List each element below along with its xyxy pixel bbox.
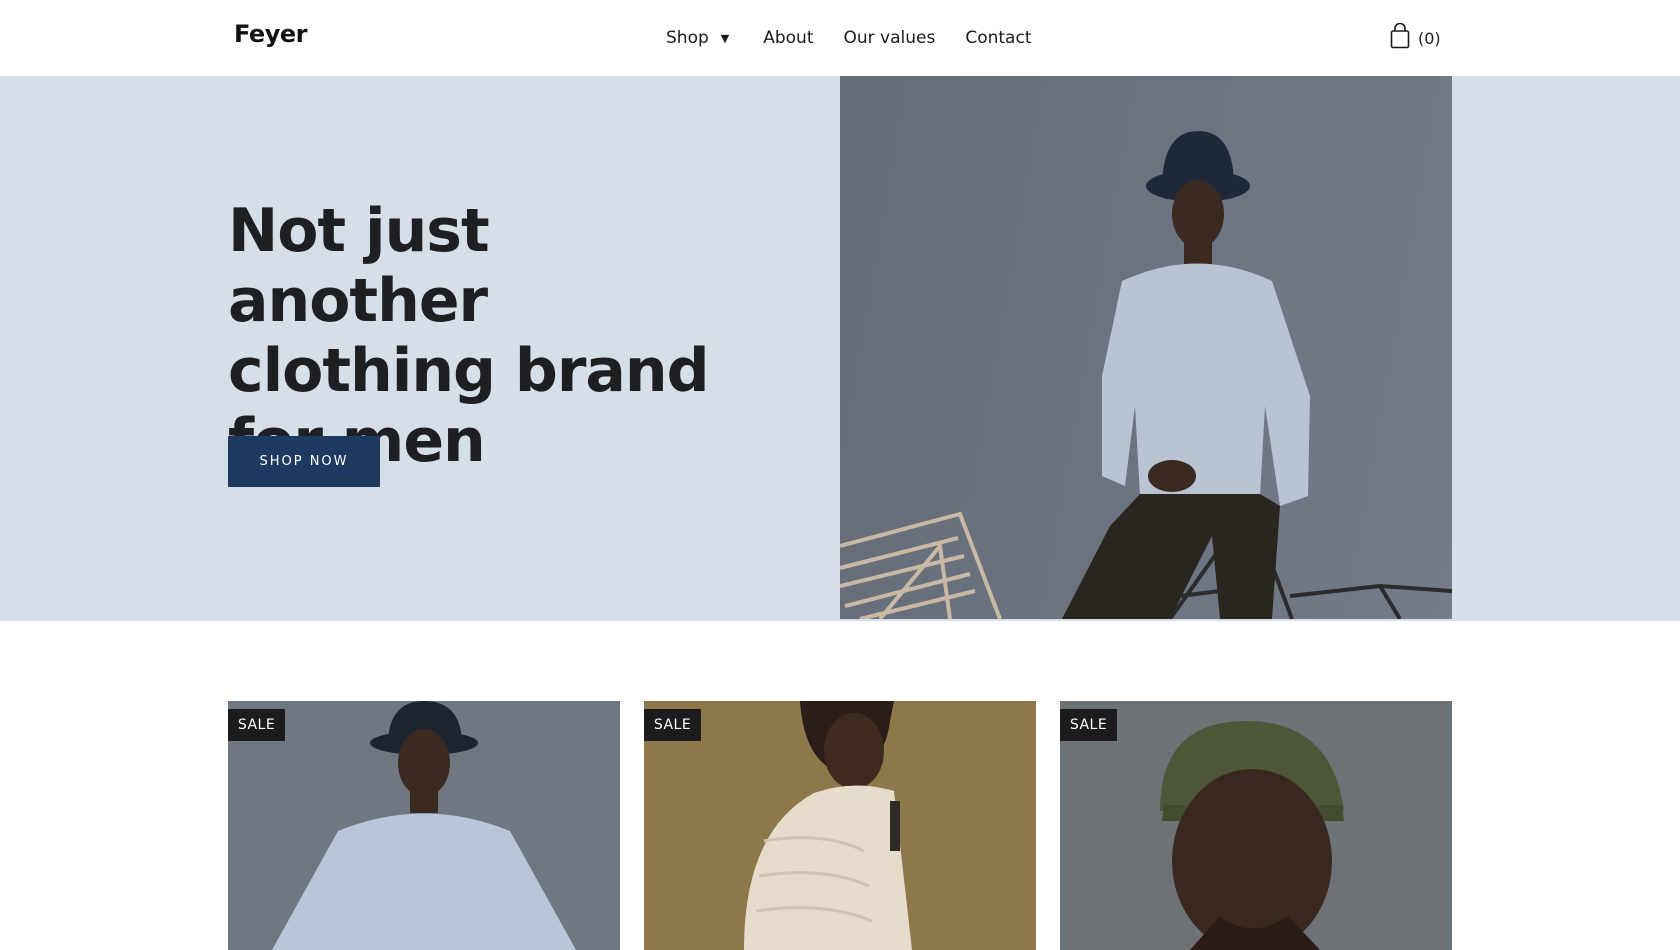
hero-image bbox=[840, 76, 1452, 619]
product-image bbox=[744, 701, 912, 950]
product-card[interactable]: SALE bbox=[228, 701, 620, 950]
site-header: Feyer Shop ▼ About Our values Contact (0… bbox=[0, 0, 1680, 76]
product-image bbox=[272, 701, 576, 950]
sale-badge: SALE bbox=[228, 709, 285, 741]
nav-our-values[interactable]: Our values bbox=[844, 28, 936, 48]
hero-title: Not just another clothing brand for men bbox=[228, 196, 748, 476]
product-card[interactable]: SALE bbox=[644, 701, 1036, 950]
product-image bbox=[1160, 721, 1344, 950]
cart-count: (0) bbox=[1418, 28, 1441, 48]
nav-contact[interactable]: Contact bbox=[965, 28, 1031, 48]
cart-button[interactable]: (0) bbox=[1390, 22, 1441, 53]
logo[interactable]: Feyer bbox=[234, 20, 307, 48]
nav-about[interactable]: About bbox=[763, 28, 813, 48]
hero-title-line-2: clothing brand bbox=[228, 336, 710, 406]
main-nav: Shop ▼ About Our values Contact bbox=[666, 26, 1031, 50]
nav-shop[interactable]: Shop ▼ bbox=[666, 28, 729, 48]
product-card[interactable]: SALE bbox=[1060, 701, 1452, 950]
caret-down-icon: ▼ bbox=[720, 31, 730, 45]
hero-section: Not just another clothing brand for men … bbox=[0, 76, 1680, 621]
product-grid: SALE SALE SALE bbox=[228, 701, 1452, 950]
sale-badge: SALE bbox=[644, 709, 701, 741]
shop-now-button[interactable]: SHOP NOW bbox=[228, 436, 380, 487]
hero-title-line-1: Not just another bbox=[228, 196, 490, 336]
shopping-bag-icon bbox=[1390, 22, 1410, 53]
sale-badge: SALE bbox=[1060, 709, 1117, 741]
nav-shop-label: Shop bbox=[666, 28, 709, 48]
